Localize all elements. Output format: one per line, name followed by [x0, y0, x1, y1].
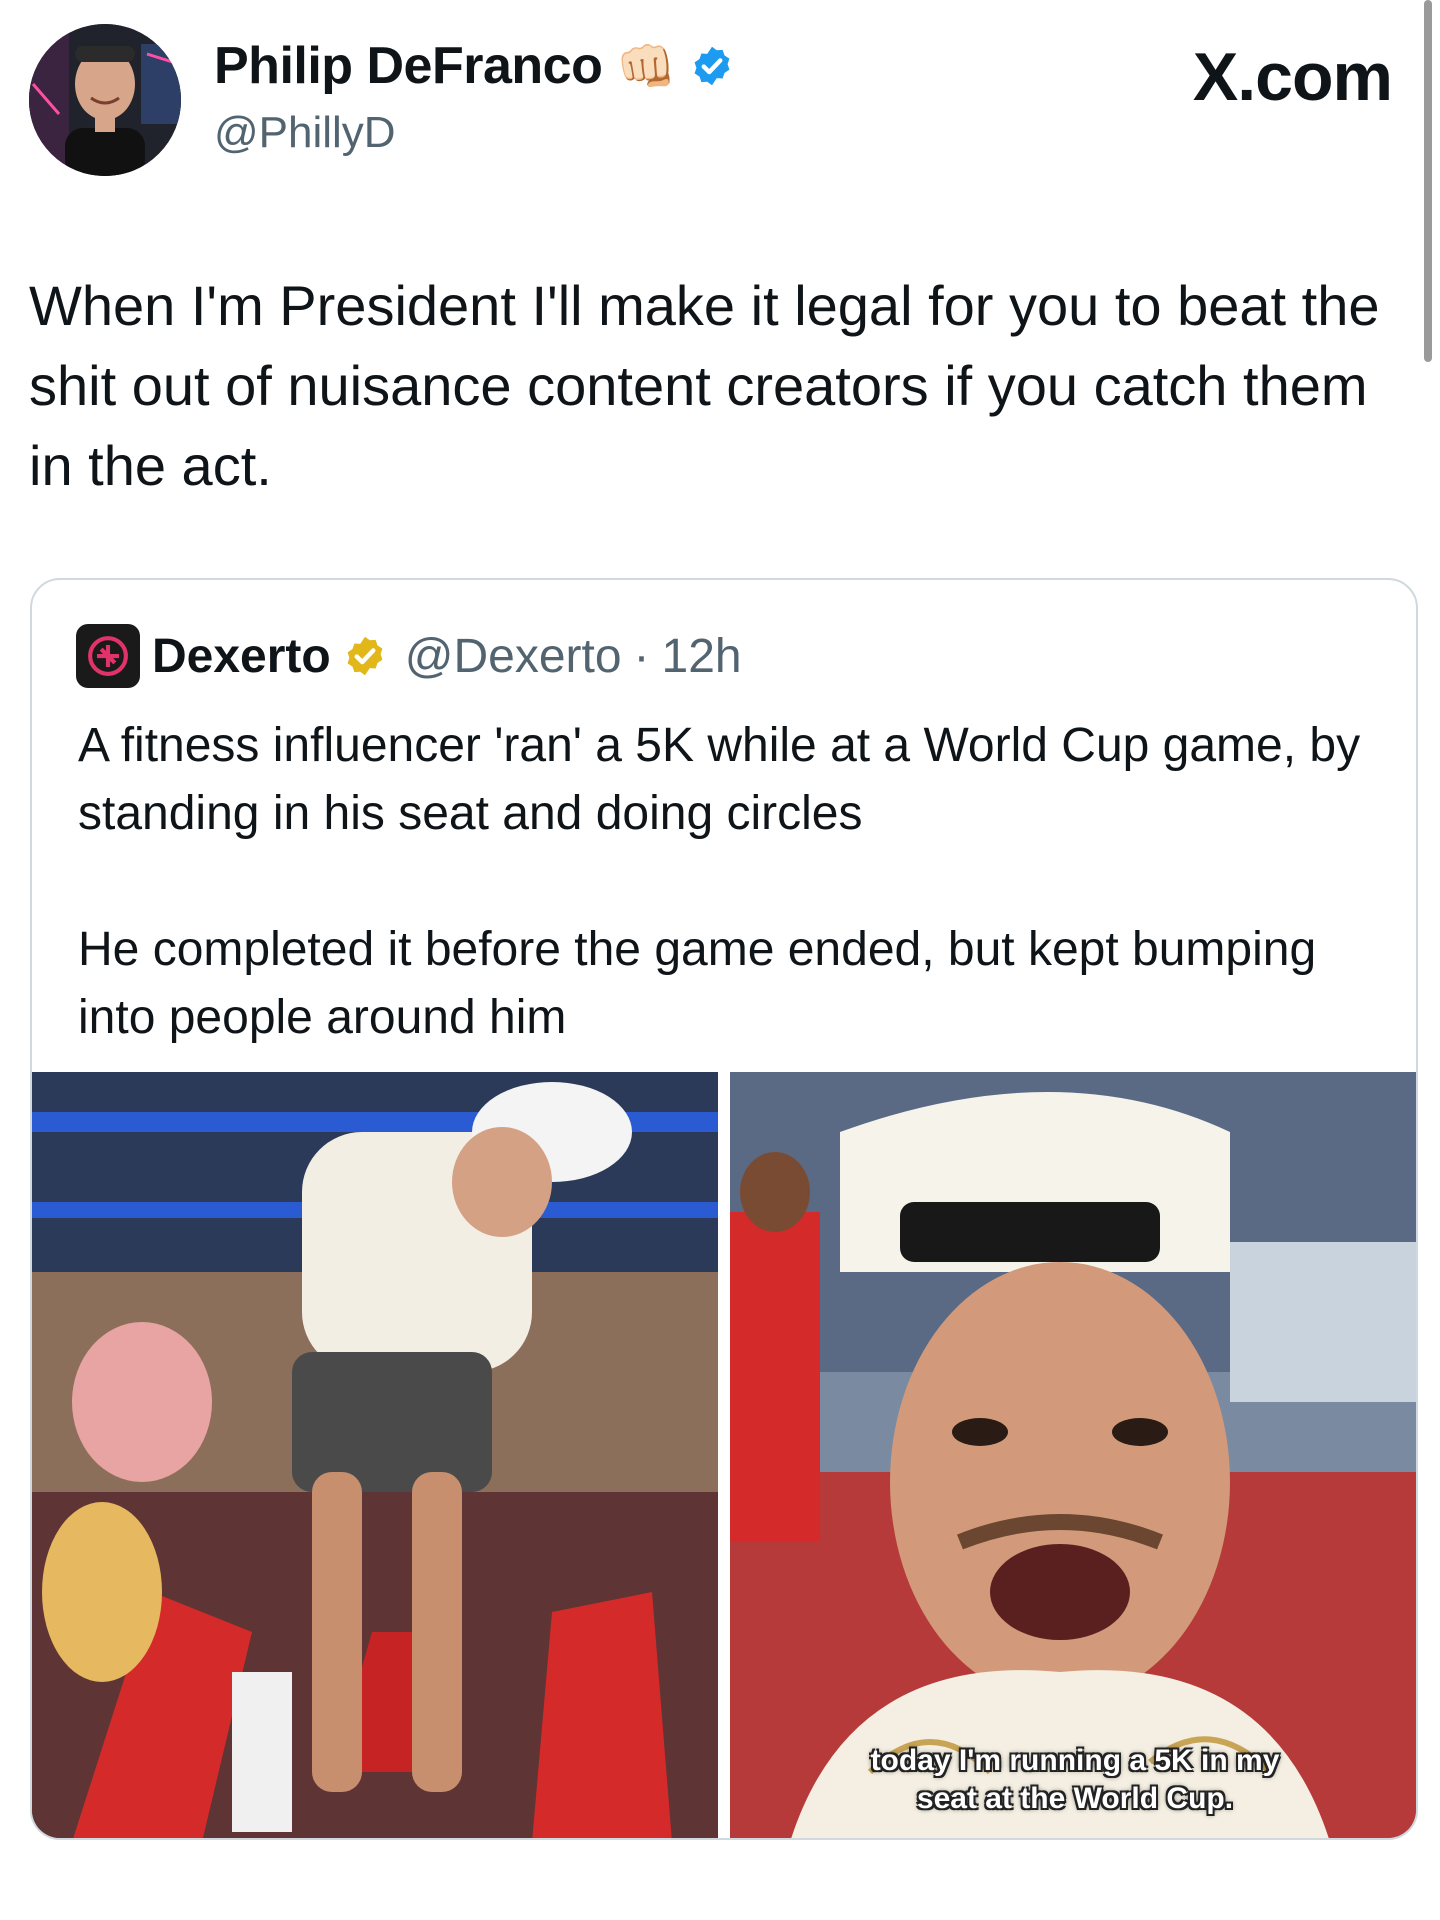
media-photo-left[interactable]: [32, 1072, 718, 1838]
quote-author-handle[interactable]: @Dexerto: [405, 629, 622, 684]
video-caption: today I'm running a 5K in my seat at the…: [870, 1744, 1280, 1815]
gold-check-icon: [343, 634, 387, 678]
tweet-text: When I'm President I'll make it legal fo…: [29, 274, 1380, 497]
blue-check-icon: [690, 44, 734, 88]
dexerto-logo: [76, 624, 140, 688]
author-name-row: Philip DeFranco 👊🏻: [214, 36, 734, 96]
author-avatar[interactable]: [29, 24, 181, 176]
quote-text: A fitness influencer 'ran' a 5K while at…: [78, 719, 1361, 1044]
scrollbar[interactable]: [1424, 0, 1432, 362]
author-display-name[interactable]: Philip DeFranco: [214, 36, 603, 96]
quoted-tweet[interactable]: Dexerto @Dexerto · 12h A fitness influen…: [30, 578, 1418, 1840]
author-handle[interactable]: @PhillyD: [214, 108, 396, 158]
brand-watermark: X.com: [1192, 39, 1393, 115]
fist-emoji: 👊🏻: [616, 40, 677, 94]
quote-author-name[interactable]: Dexerto: [152, 629, 331, 684]
quote-timestamp[interactable]: 12h: [662, 629, 742, 684]
meta-separator: ·: [633, 629, 650, 683]
tweet-screenshot: Philip DeFranco 👊🏻 @PhillyD X.com When I…: [0, 0, 1440, 1920]
quote-header: Dexerto @Dexerto · 12h: [76, 624, 742, 688]
media-photo-right[interactable]: today I'm running a 5K in my seat at the…: [730, 1072, 1416, 1838]
